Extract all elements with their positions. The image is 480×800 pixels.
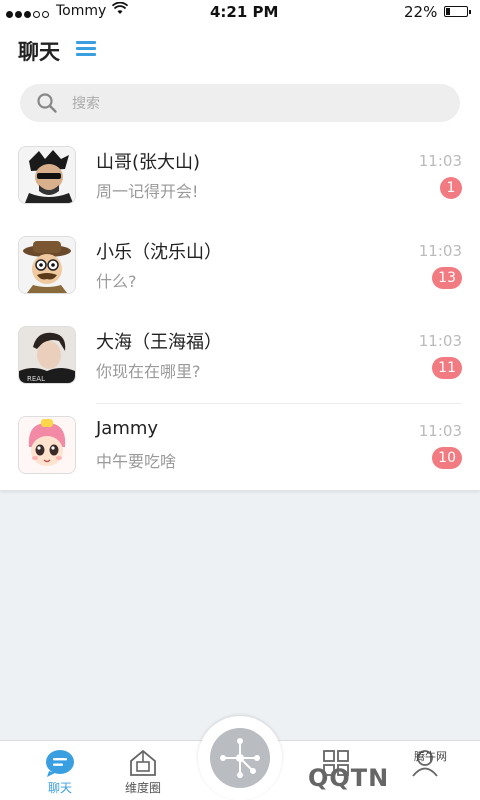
- search-box[interactable]: [20, 84, 460, 122]
- message-preview: 中午要吃啥: [96, 452, 177, 471]
- tab-label: 维度圈: [124, 781, 161, 795]
- tab-profile[interactable]: [385, 745, 465, 799]
- contact-name: 大海（王海福）: [96, 332, 222, 353]
- wifi-icon: [111, 1, 129, 20]
- chat-item[interactable]: 小乐（沈乐山） 什么? 11:03 13: [0, 224, 480, 314]
- contact-name: 山哥(张大山): [96, 152, 201, 173]
- clock: 4:21 PM: [210, 3, 279, 21]
- avatar[interactable]: REAL: [18, 326, 76, 384]
- message-preview: 周一记得开会!: [96, 182, 199, 201]
- chat-list: 山哥(张大山) 周一记得开会! 11:03 1 小乐（沈乐山） 什么? 11:0…: [0, 134, 480, 490]
- message-preview: 你现在在哪里?: [96, 362, 201, 381]
- grid-icon: [323, 750, 349, 776]
- page-title: 聊天: [18, 40, 60, 64]
- tab-label: 聊天: [47, 781, 72, 795]
- profile-icon: [412, 750, 438, 777]
- carrier-name: Tommy: [56, 3, 107, 19]
- avatar[interactable]: [18, 146, 76, 204]
- unread-badge: 11: [432, 357, 462, 379]
- hamburger-menu-icon[interactable]: [76, 41, 96, 57]
- search-section: [0, 76, 480, 134]
- avatar[interactable]: [18, 236, 76, 294]
- unread-badge: 1: [440, 177, 462, 199]
- status-bar: Tommy 4:21 PM 22%: [0, 0, 480, 24]
- circle-icon: [130, 749, 156, 776]
- message-time: 11:03: [418, 152, 462, 170]
- battery-percentage: 22%: [404, 3, 438, 21]
- chat-item[interactable]: REAL 大海（王海福） 你现在在哪里? 11:03 11: [0, 314, 480, 404]
- unread-badge: 10: [432, 447, 462, 469]
- tab-circle[interactable]: 维度圈: [103, 745, 183, 799]
- search-input[interactable]: [70, 93, 434, 115]
- signal-strength-icon: [6, 6, 51, 18]
- search-icon: [37, 93, 57, 113]
- message-time: 11:03: [418, 422, 462, 440]
- tab-grid[interactable]: [296, 745, 376, 799]
- app-header: 聊天: [0, 24, 480, 76]
- tab-chat[interactable]: 聊天: [20, 745, 100, 799]
- chat-item[interactable]: 山哥(张大山) 周一记得开会! 11:03 1: [0, 134, 480, 224]
- avatar[interactable]: [18, 416, 76, 474]
- svg-text:REAL: REAL: [27, 375, 45, 383]
- message-preview: 什么?: [96, 272, 137, 291]
- contact-name: Jammy: [96, 418, 159, 439]
- hub-button-inner: [210, 728, 270, 788]
- chat-bubble-icon: [46, 750, 74, 777]
- battery-icon: [444, 6, 471, 17]
- network-hub-icon: [220, 738, 260, 778]
- message-time: 11:03: [418, 332, 462, 350]
- chat-item[interactable]: Jammy 中午要吃啥 11:03 10: [0, 404, 480, 494]
- message-time: 11:03: [418, 242, 462, 260]
- contact-name: 小乐（沈乐山）: [96, 242, 222, 263]
- unread-badge: 13: [432, 267, 462, 289]
- center-action-button[interactable]: [198, 716, 282, 800]
